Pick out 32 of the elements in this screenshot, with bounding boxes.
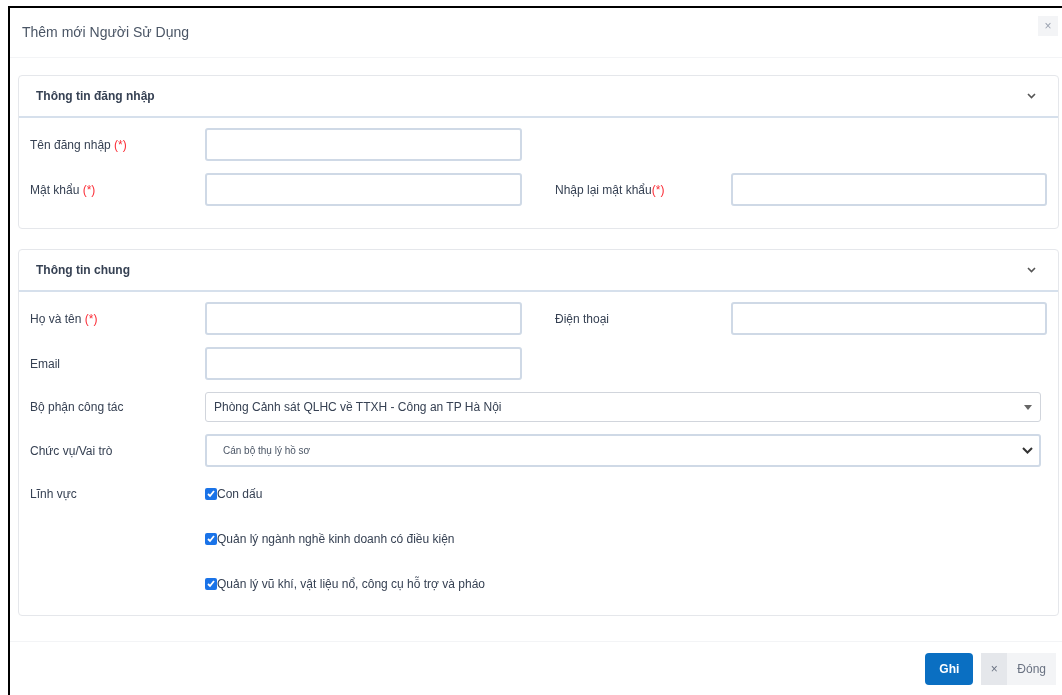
section-title: Thông tin chung	[36, 262, 130, 279]
field-label: Họ và tên (*)	[30, 310, 99, 328]
field-label: Tên đăng nhập (*)	[30, 136, 128, 154]
checkbox[interactable]	[205, 578, 217, 590]
checkbox[interactable]	[205, 488, 217, 500]
dialog-title: Thêm mới Người Sử Dụng	[22, 23, 190, 42]
field-label: Nhập lại mật khẩu(*)	[555, 181, 666, 199]
dropdown[interactable]: Phòng Cảnh sát QLHC về TTXH - Công an TP Hà Nội	[205, 392, 1041, 422]
chevron-down-icon	[1022, 447, 1033, 454]
field-label: Email	[30, 355, 61, 373]
save-button[interactable]: Ghi	[925, 652, 974, 685]
field-label: Bộ phận công tác	[30, 399, 125, 416]
section-title: Thông tin đăng nhập	[36, 88, 155, 105]
input-field[interactable]	[731, 302, 1047, 335]
field-label: Mật khẩu (*)	[30, 181, 97, 199]
field-label: Chức vụ/Vai trò	[30, 442, 114, 460]
checkbox-option[interactable]: Quản lý ngành nghề kinh doanh có điều kiện	[205, 530, 455, 548]
checkbox-option[interactable]: Quản lý vũ khí, vật liệu nổ, công cụ hỗ trợ và pháo	[205, 575, 486, 593]
close-dialog-button[interactable]: × Đóng	[981, 652, 1056, 685]
chevron-icon[interactable]	[1027, 93, 1036, 99]
input-field[interactable]	[731, 173, 1047, 206]
caret-icon	[1024, 404, 1032, 410]
input-field[interactable]	[205, 128, 522, 161]
input-field[interactable]	[205, 173, 522, 206]
input-field[interactable]	[205, 347, 522, 380]
field-label: Điện thoại	[555, 310, 611, 328]
dropdown[interactable]: Cán bộ thụ lý hồ sơ	[205, 434, 1041, 467]
chevron-icon[interactable]	[1027, 267, 1036, 273]
input-field[interactable]	[205, 302, 522, 335]
field-label: Lĩnh vực	[30, 486, 78, 503]
checkbox-option[interactable]: Con dấu	[205, 485, 263, 503]
checkbox[interactable]	[205, 533, 217, 545]
